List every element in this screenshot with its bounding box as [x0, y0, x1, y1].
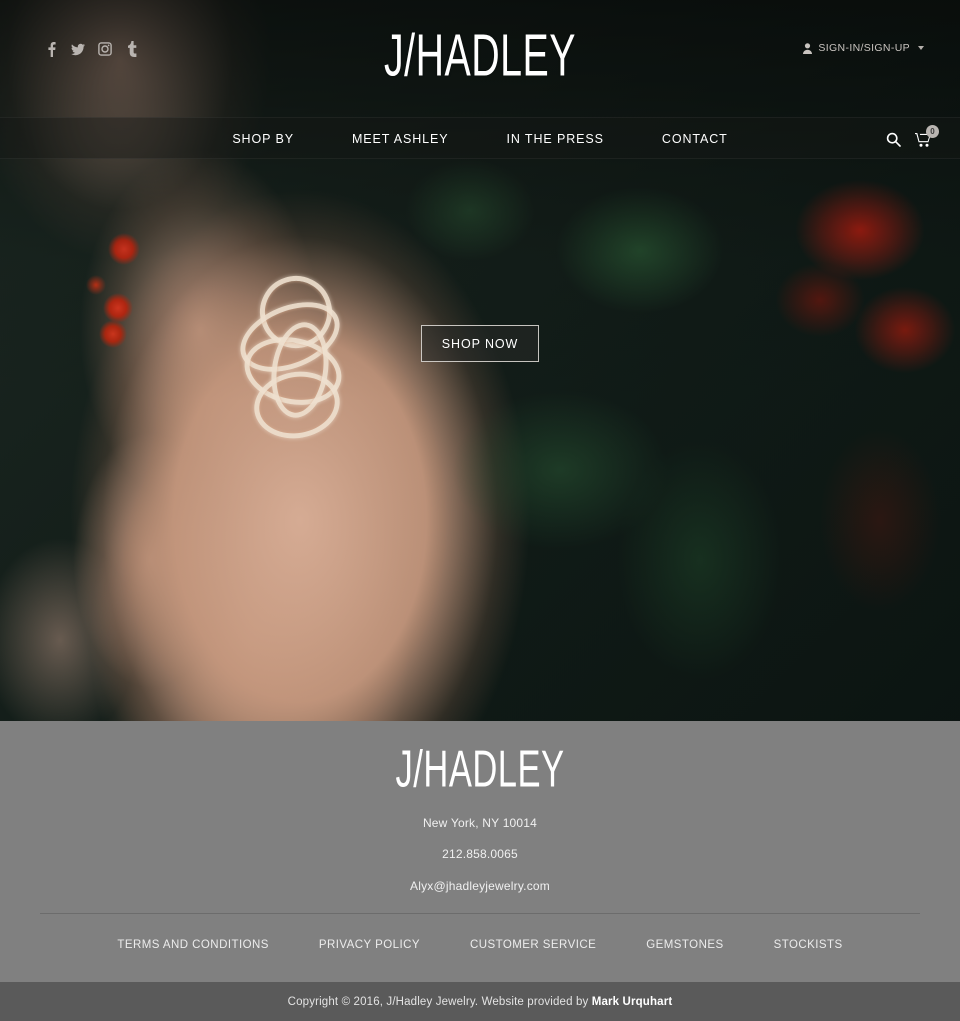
site-footer: J/HADLEY New York, NY 10014 212.858.0065… [0, 721, 960, 982]
cart-count-badge: 0 [926, 124, 939, 138]
footer-logo-prefix: J [395, 738, 414, 799]
main-navigation-links: SHOP BY MEET ASHLEY IN THE PRESS CONTACT [0, 118, 960, 160]
footer-phone: 212.858.0065 [442, 847, 518, 862]
site-header: J/HADLEY SIGN-IN/SIGN-UP [0, 0, 960, 117]
page-root: SHOP NOW J/HADLEY SIGN-IN/SIGN-UP SHOP B… [0, 0, 960, 1021]
footer-address: New York, NY 10014 [422, 816, 538, 830]
main-navigation-bar: SHOP BY MEET ASHLEY IN THE PRESS CONTACT… [0, 117, 960, 159]
nav-item-shop-by[interactable]: SHOP BY [203, 118, 323, 160]
cart-icon[interactable]: 0 [915, 124, 939, 147]
chevron-down-icon [918, 46, 924, 50]
footer-divider [40, 913, 920, 914]
footer-link-terms-and-conditions[interactable]: TERMS AND CONDITIONS [92, 939, 293, 951]
footer-logo[interactable]: J/HADLEY [0, 721, 960, 794]
account-menu[interactable]: SIGN-IN/SIGN-UP [803, 42, 924, 54]
footer-logo-text: J/HADLEY [395, 742, 564, 795]
footer-email: Alyx@jhadleyjewelry.com [410, 878, 550, 893]
footer-logo-main: HADLEY [423, 738, 565, 799]
footer-link-privacy-policy[interactable]: PRIVACY POLICY [294, 939, 445, 951]
navigation-tools: 0 [886, 118, 939, 160]
footer-navigation: TERMS AND CONDITIONS PRIVACY POLICY CUST… [0, 939, 960, 951]
website-credit-link[interactable]: Mark Urquhart [592, 996, 673, 1008]
footer-link-customer-service[interactable]: CUSTOMER SERVICE [445, 939, 621, 951]
nav-item-in-the-press[interactable]: IN THE PRESS [477, 118, 632, 160]
footer-link-gemstones[interactable]: GEMSTONES [621, 939, 748, 951]
nav-item-contact[interactable]: CONTACT [633, 118, 757, 160]
account-label: SIGN-IN/SIGN-UP [818, 42, 910, 54]
copyright-bar: Copyright © 2016, J/Hadley Jewelry. Webs… [0, 982, 960, 1021]
footer-logo-slash: / [413, 738, 424, 799]
shop-now-label: SHOP NOW [441, 336, 519, 351]
shop-now-button[interactable]: SHOP NOW [421, 325, 539, 362]
logo-main: HADLEY [415, 21, 576, 89]
site-logo-text: J/HADLEY [384, 25, 576, 85]
logo-prefix: J [384, 21, 405, 89]
copyright-statement: Copyright © 2016, J/Hadley Jewelry. Webs… [287, 995, 592, 1008]
user-icon [803, 42, 813, 54]
nav-item-meet-ashley[interactable]: MEET ASHLEY [323, 118, 478, 160]
logo-slash: / [404, 21, 416, 89]
search-icon[interactable] [886, 132, 901, 147]
footer-contact-info: New York, NY 10014 212.858.0065 Alyx@jha… [0, 816, 960, 893]
footer-link-stockists[interactable]: STOCKISTS [749, 939, 868, 951]
copyright-text: Copyright © 2016, J/Hadley Jewelry. Webs… [288, 996, 673, 1008]
